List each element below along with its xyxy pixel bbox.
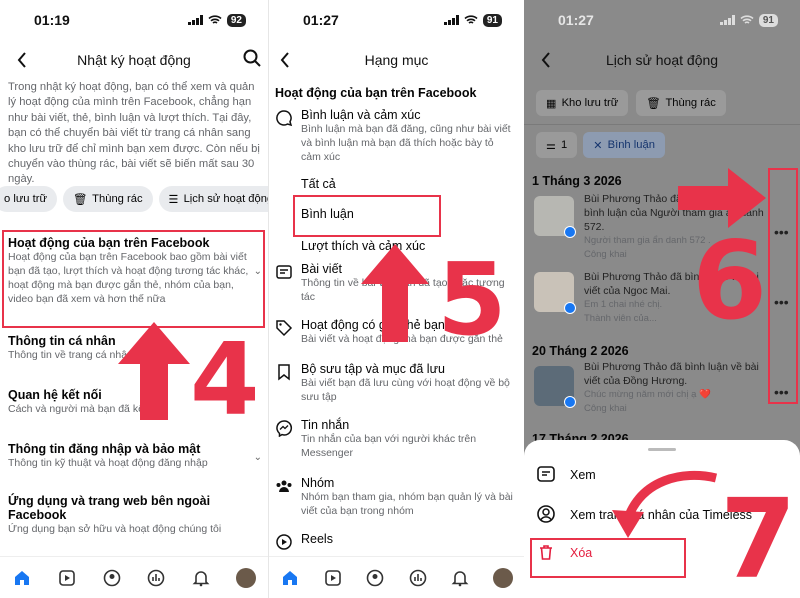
bottom-nav [0,556,268,598]
category-comments-reactions[interactable]: Bình luận và cảm xúc Bình luận mà bạn đã… [275,108,515,164]
subitem-all[interactable]: Tất cả [301,177,336,191]
page-title: Lịch sử hoạt động [605,52,719,68]
header: Lịch sử hoạt động [524,44,800,76]
speech-bubble-icon [275,109,293,127]
category-saved[interactable]: Bộ sưu tập và mục đã lưu Bài viết bạn đã… [275,362,515,404]
comment-badge-icon [564,226,576,238]
up-arrow-annotation [361,244,429,342]
home-icon[interactable] [279,567,301,589]
bookmark-icon [275,363,293,381]
up-arrow-annotation [118,322,190,420]
divider [524,124,800,125]
dashboard-icon[interactable] [145,567,167,589]
tag-icon [275,319,293,337]
sheet-handle[interactable] [648,448,676,451]
panel-categories: 01:27 91 Hạng mục Hoạt động của bạn trên… [268,0,524,598]
panel-activity-history: 01:27 91 Lịch sử hoạt động ▦ Kho lưu trữ … [524,0,800,598]
signal-icon [443,15,459,25]
header: Hạng mục [269,44,524,76]
comment-badge-icon [564,302,576,314]
trash-chip[interactable]: 🗑 Thùng rác [62,186,153,212]
reels-icon [275,533,293,551]
avatar[interactable] [492,567,514,589]
chip-row: o lưu trữ 🗑 Thùng rác ☰ Lịch sử hoạt động [0,186,268,212]
back-arrow-icon[interactable] [273,48,297,72]
trash-icon: 🗑 [646,97,661,110]
clock: 01:27 [303,12,339,28]
intro-text: Trong nhật ký hoạt động, bạn có thể xem … [8,81,260,186]
step-number-7: 7 [720,475,797,598]
wifi-icon [740,15,754,24]
groups-icon [275,477,293,495]
clock: 01:19 [34,12,70,28]
reels-icon[interactable] [56,567,78,589]
bell-icon[interactable] [449,567,471,589]
back-arrow-icon[interactable] [534,48,558,72]
battery-indicator: 91 [758,13,778,27]
date-header: 1 Tháng 3 2026 [532,174,622,188]
signal-icon [719,15,735,25]
highlight-box [530,538,686,578]
search-icon[interactable] [242,48,262,71]
page-title: Nhật ký hoạt động [77,52,191,68]
status-bar: 01:27 91 [524,0,800,40]
highlight-box [293,195,441,237]
header: Nhật ký hoạt động [0,44,268,76]
step-number-5: 5 [437,241,507,358]
profile-icon [536,504,556,527]
messenger-icon [275,419,293,438]
curved-arrow-annotation [612,470,718,538]
action-buttons: ▦ Kho lưu trữ 🗑 Thùng rác [536,90,726,116]
reels-icon[interactable] [322,567,344,589]
list-icon: ☰ [168,193,179,206]
section-off-facebook[interactable]: Ứng dụng và trang web bên ngoài Facebook… [8,494,238,536]
clock: 01:27 [558,12,594,28]
category-groups[interactable]: Nhóm Nhóm bạn tham gia, nhóm bạn quản lý… [275,476,515,518]
panel-activity-log: 01:19 92 Nhật ký hoạt động Trong nhật ký… [0,0,268,598]
category-reels[interactable]: Reels [275,532,515,550]
date-header: 20 Tháng 2 2026 [532,344,629,358]
dashboard-icon[interactable] [407,567,429,589]
comment-badge-icon [564,396,576,408]
back-arrow-icon[interactable] [10,48,34,72]
wifi-icon [208,15,222,24]
friends-icon[interactable] [364,567,386,589]
archive-button[interactable]: ▦ Kho lưu trữ [536,90,629,116]
message-icon [536,464,556,487]
section-heading: Hoạt động của bạn trên Facebook [275,86,477,100]
battery-indicator: 91 [482,13,502,27]
status-bar: 01:19 92 [0,0,268,40]
status-bar: 01:27 91 [269,0,524,40]
post-icon [275,263,293,281]
archive-icon: ▦ [546,97,557,110]
bell-icon[interactable] [190,567,212,589]
bottom-nav [269,556,524,598]
activity-entry[interactable]: Bùi Phương Thảo đã bình luận về bài viết… [584,360,764,416]
wifi-icon [464,15,478,24]
trash-button[interactable]: 🗑 Thùng rác [636,90,726,116]
filter-row: ⚌ 1 ✕ Bình luận [536,132,665,158]
chevron-down-icon: ⌄ [253,452,262,463]
battery-indicator: 92 [226,13,246,27]
friends-icon[interactable] [101,567,123,589]
trash-icon: 🗑 [72,193,88,206]
home-icon[interactable] [11,567,33,589]
highlight-box [768,168,798,404]
filter-chip-comments[interactable]: ✕ Bình luận [583,132,665,158]
highlight-box [2,230,265,328]
step-number-4: 4 [190,321,260,438]
page-title: Hạng mục [364,52,429,68]
signal-icon [187,15,203,25]
filter-button[interactable]: ⚌ 1 [536,132,578,158]
avatar[interactable] [235,567,257,589]
archive-chip[interactable]: o lưu trữ [0,186,57,212]
section-login-security[interactable]: Thông tin đăng nhập và bảo mật Thông tin… [8,442,258,470]
sliders-icon: ⚌ [546,139,557,152]
close-icon: ✕ [593,139,603,152]
category-messages[interactable]: Tin nhắn Tin nhắn của bạn với người khác… [275,418,515,460]
step-number-6: 6 [692,219,768,344]
activity-history-chip[interactable]: ☰ Lịch sử hoạt động [158,186,268,212]
